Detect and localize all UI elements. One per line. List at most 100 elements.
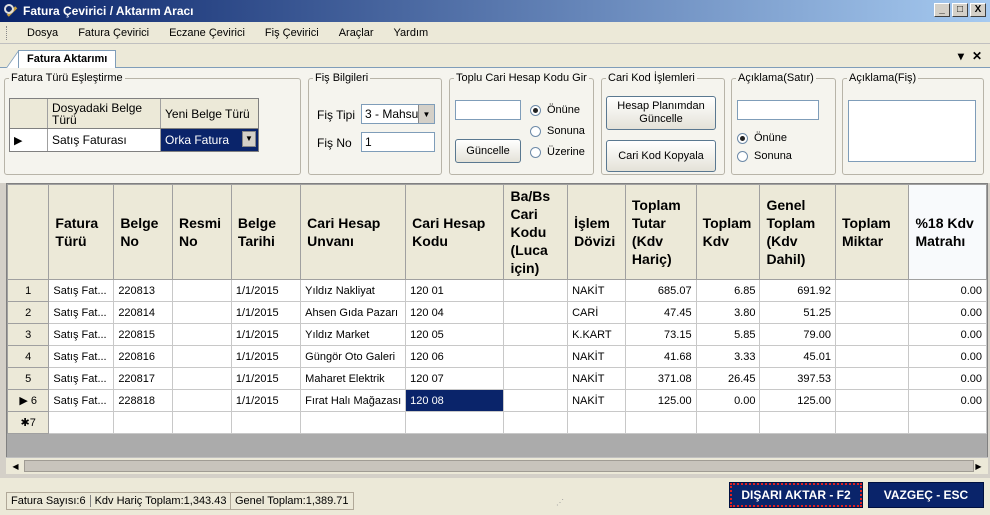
grid-cell[interactable] [834, 279, 910, 302]
grid-cell[interactable]: NAKİT [567, 345, 626, 368]
new-row[interactable]: ✱7 [7, 411, 987, 434]
grid-cell[interactable] [172, 323, 232, 346]
grid-cell[interactable]: 120 08 [405, 389, 505, 412]
grid-cell[interactable] [113, 411, 174, 434]
row-header[interactable]: 4 [7, 345, 50, 368]
radio-sonuna[interactable]: Sonuna [530, 125, 585, 137]
grid-cell[interactable]: 1/1/2015 [230, 389, 302, 412]
grid-cell[interactable] [834, 389, 910, 412]
radio-uzerine[interactable]: Üzerine [530, 146, 585, 158]
grid-cell[interactable]: 0.00 [908, 279, 987, 302]
grid-cell[interactable]: 3.80 [695, 301, 761, 324]
grid-cell[interactable] [300, 411, 407, 434]
grid-cell[interactable]: 0.00 [695, 389, 761, 412]
col-dosyadaki-belge-turu[interactable]: Dosyadaki Belge Türü [48, 99, 161, 128]
grid-cell[interactable]: 51.25 [759, 301, 836, 324]
row-header[interactable]: 3 [7, 323, 50, 346]
close-button[interactable]: X [970, 3, 986, 17]
grid-cell[interactable]: 26.45 [695, 367, 761, 390]
grid-cell[interactable]: 228818 [113, 389, 174, 412]
grid-cell[interactable] [503, 279, 569, 302]
grid-cell[interactable]: 220817 [113, 367, 174, 390]
grid-cell[interactable]: 120 05 [405, 323, 505, 346]
col-header[interactable]: %18 Kdv Matrahı [908, 184, 987, 280]
table-row[interactable]: 5 Satış Fat... 220817 1/1/2015 Maharet Elekt… [7, 367, 987, 390]
col-header[interactable]: Cari Hesap Unvanı [300, 184, 407, 280]
grid-cell[interactable]: 1/1/2015 [230, 367, 302, 390]
col-header[interactable]: Fatura Türü [48, 184, 115, 280]
row-header[interactable]: 5 [7, 367, 50, 390]
cancel-button[interactable]: VAZGEÇ - ESC [868, 482, 984, 508]
grid-cell[interactable] [230, 411, 302, 434]
export-button[interactable]: DIŞARI AKTAR - F2 [729, 482, 863, 508]
grid-cell[interactable] [834, 345, 910, 368]
grid-cell[interactable]: 120 04 [405, 301, 505, 324]
grid-cell[interactable]: Satış Fat... [48, 323, 115, 346]
table-row[interactable]: 1 Satış Fat... 220813 1/1/2015 Yıldız Nakliy… [7, 279, 987, 302]
grid-cell[interactable] [834, 301, 910, 324]
grid-cell[interactable]: Satış Fat... [48, 279, 115, 302]
grid-cell[interactable]: Ahsen Gıda Pazarı [300, 301, 407, 324]
grid-cell[interactable]: 41.68 [624, 345, 697, 368]
table-row[interactable]: ▶ 6 Satış Fat... 228818 1/1/2015 Fırat Halı … [7, 389, 987, 412]
grid-cell[interactable] [172, 345, 232, 368]
col-yeni-belge-turu[interactable]: Yeni Belge Türü [161, 99, 258, 128]
col-header[interactable]: Belge No [113, 184, 174, 280]
grid-cell[interactable]: 1/1/2015 [230, 323, 302, 346]
chevron-down-icon[interactable]: ▼ [242, 131, 256, 147]
target-belge-turu-select[interactable]: Orka Fatura ▼ [161, 129, 258, 151]
grid-cell[interactable]: CARİ [567, 301, 626, 324]
grid-cell[interactable]: Satış Fat... [48, 301, 115, 324]
menu-araclar[interactable]: Araçlar [329, 27, 384, 39]
horizontal-scrollbar[interactable]: ◀ ▶ [6, 457, 988, 474]
row-header[interactable]: 1 [7, 279, 50, 302]
row-header[interactable]: ▶ 6 [7, 389, 50, 412]
grid-cell[interactable]: 125.00 [624, 389, 697, 412]
scroll-left-icon[interactable]: ◀ [8, 459, 23, 473]
col-header[interactable]: Resmi No [172, 184, 232, 280]
grid-cell[interactable]: NAKİT [567, 389, 626, 412]
cari-kod-kopyala-button[interactable]: Cari Kod Kopyala [606, 140, 716, 172]
grid-cell[interactable]: 47.45 [624, 301, 697, 324]
toplu-cari-input[interactable] [455, 100, 521, 120]
tab-menu-icon[interactable]: ▾ [958, 49, 964, 63]
col-header[interactable]: Ba/Bs Cari Kodu (Luca için) [503, 184, 569, 280]
guncelle-button[interactable]: Güncelle [455, 139, 521, 163]
grid-cell[interactable]: 0.00 [908, 389, 987, 412]
grid-cell[interactable]: 220813 [113, 279, 174, 302]
grid-cell[interactable]: 6.85 [695, 279, 761, 302]
scroll-thumb[interactable] [24, 460, 974, 472]
resize-grip-icon[interactable]: ⋰ [556, 498, 568, 510]
grid-cell[interactable]: Satış Fat... [48, 367, 115, 390]
grid-cell[interactable] [695, 411, 761, 434]
grid-cell[interactable]: 371.08 [624, 367, 697, 390]
chevron-down-icon[interactable]: ▼ [418, 105, 434, 123]
grid-cell[interactable]: 3.33 [695, 345, 761, 368]
row-header[interactable]: 2 [7, 301, 50, 324]
col-header[interactable]: Toplam Miktar [834, 184, 910, 280]
col-header[interactable]: Toplam Kdv [695, 184, 761, 280]
grid-cell[interactable] [759, 411, 836, 434]
grid-cell[interactable]: 220815 [113, 323, 174, 346]
grid-cell[interactable]: Satış Fat... [48, 345, 115, 368]
menu-fis-cevirici[interactable]: Fiş Çevirici [255, 27, 329, 39]
grid-cell[interactable]: K.KART [567, 323, 626, 346]
col-header[interactable]: Genel Toplam (Kdv Dahil) [759, 184, 836, 280]
col-header[interactable]: Cari Hesap Kodu [405, 184, 505, 280]
grid-cell[interactable]: 120 07 [405, 367, 505, 390]
grid-cell[interactable]: 0.00 [908, 323, 987, 346]
grid-cell[interactable]: 120 06 [405, 345, 505, 368]
grid-cell[interactable] [172, 389, 232, 412]
grid-cell[interactable]: 1/1/2015 [230, 301, 302, 324]
scroll-right-icon[interactable]: ▶ [971, 459, 986, 473]
grid-cell[interactable]: 5.85 [695, 323, 761, 346]
grid-cell[interactable] [503, 301, 569, 324]
fis-tipi-select[interactable]: 3 - Mahsu ▼ [361, 104, 435, 124]
grid-cell[interactable]: 685.07 [624, 279, 697, 302]
grid-cell[interactable] [405, 411, 505, 434]
grid-cell[interactable] [908, 411, 987, 434]
grid-cell[interactable] [624, 411, 697, 434]
grid-cell[interactable]: 73.15 [624, 323, 697, 346]
table-row[interactable]: 3 Satış Fat... 220815 1/1/2015 Yıldız Market… [7, 323, 987, 346]
tab-fatura-aktarimi[interactable]: Fatura Aktarımı [18, 50, 117, 69]
